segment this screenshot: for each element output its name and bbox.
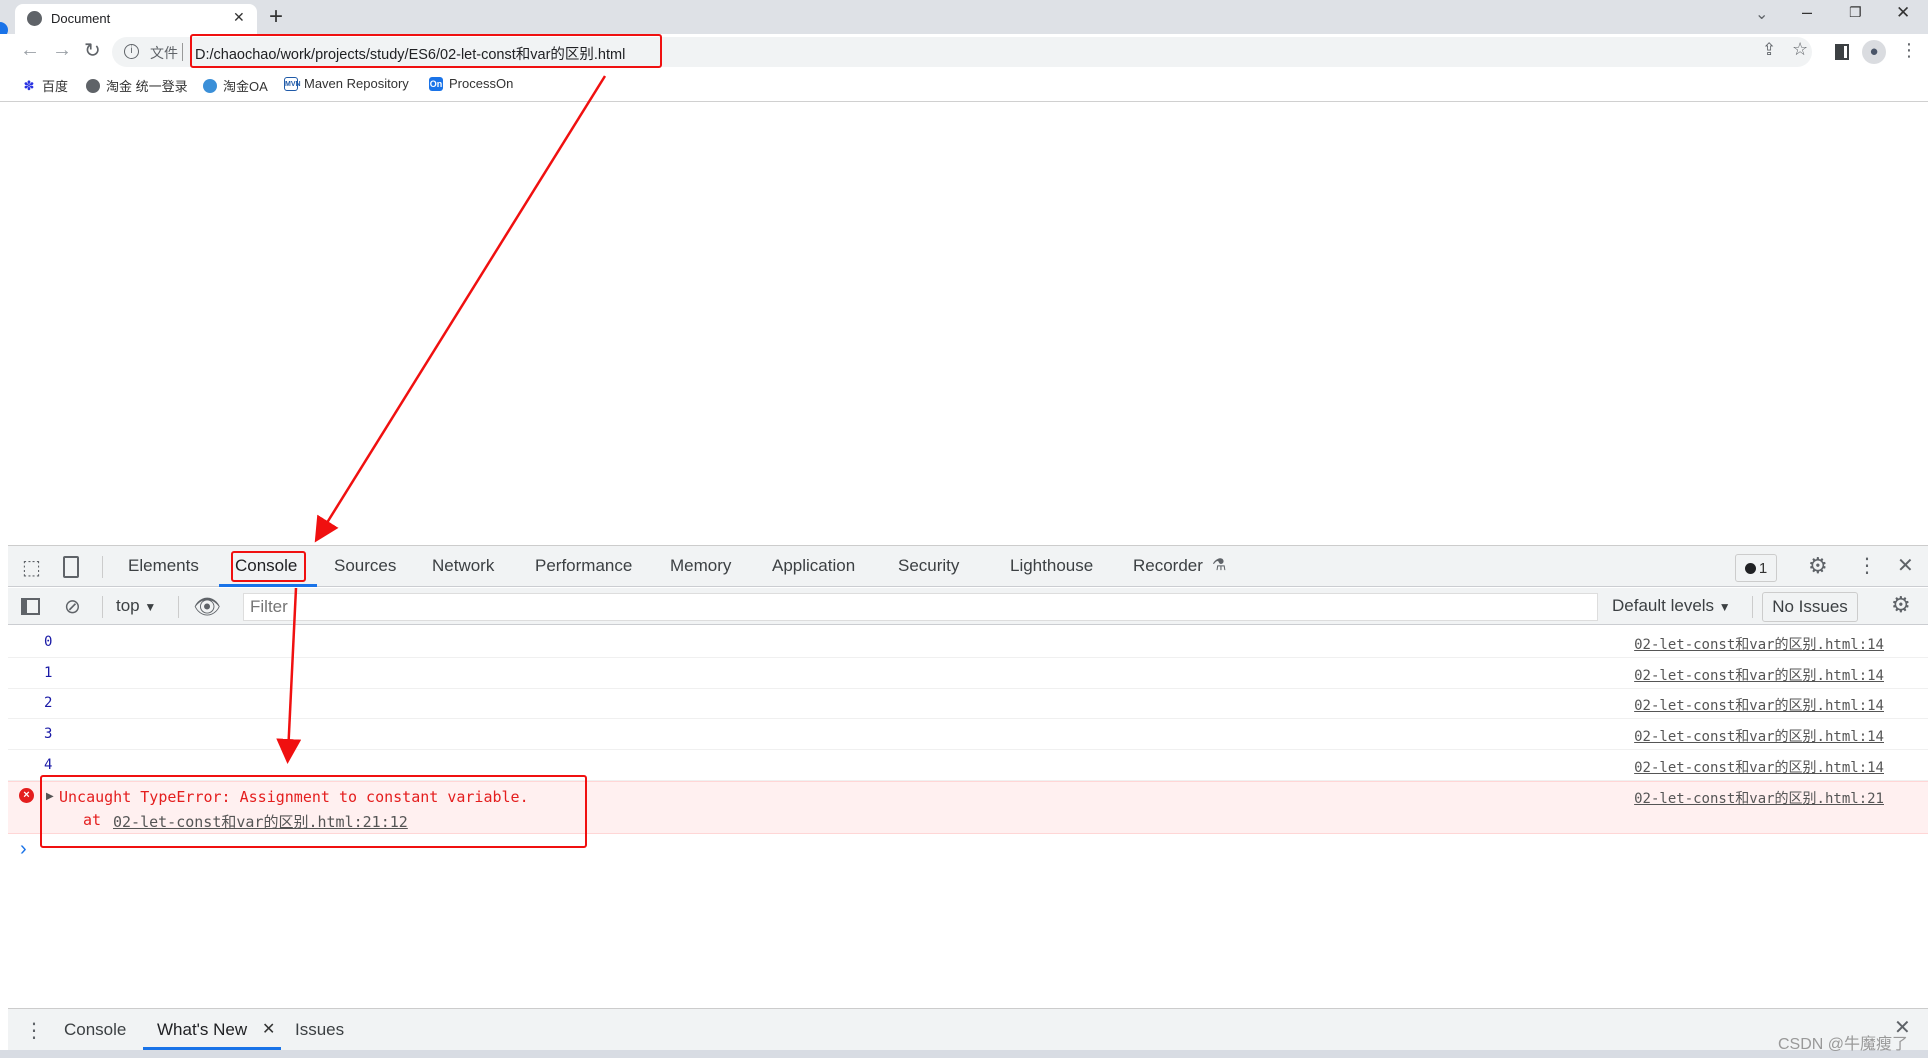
arrow-console-to-error	[276, 587, 302, 764]
annotation-arrows	[276, 75, 607, 764]
arrow-url-to-console	[314, 75, 607, 543]
